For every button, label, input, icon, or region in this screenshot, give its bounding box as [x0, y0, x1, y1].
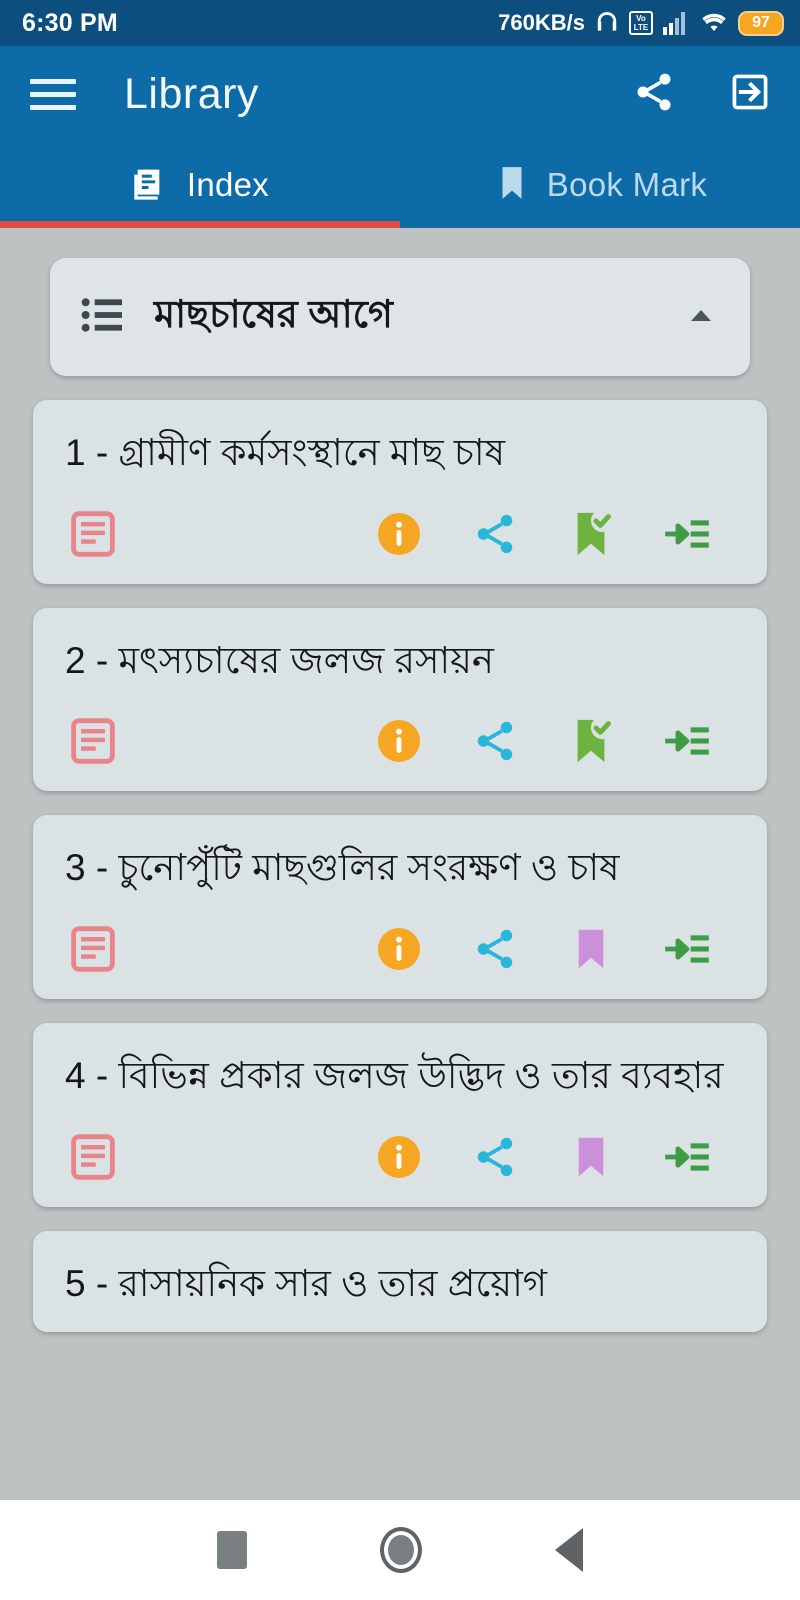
list-item-title: 4 - বিভিন্ন প্রকার জলজ উদ্ভিদ ও তার ব্যব…: [65, 1054, 724, 1096]
square-recents-icon[interactable]: [216, 1531, 247, 1569]
actions-right-group: [351, 924, 735, 974]
actions-right-group: [351, 1132, 735, 1182]
article-icon[interactable]: [65, 925, 121, 973]
tab-indicator: [0, 221, 400, 228]
list-item-title: 1 - গ্রামীণ কর্মসংস্থানে মাছ চাষ: [65, 432, 506, 473]
info-icon[interactable]: [351, 1133, 447, 1181]
list-item[interactable]: 1 - গ্রামীণ কর্মসংস্থানে মাছ চাষ: [33, 400, 767, 584]
section-header-card[interactable]: মাছচাষের আগে: [50, 258, 750, 376]
info-icon[interactable]: [351, 925, 447, 973]
list-item-actions: [65, 506, 735, 562]
wifi-icon: [699, 10, 729, 36]
status-bar: 6:30 PM 760KB/s Vo LTE 97: [0, 0, 800, 46]
share-icon[interactable]: [447, 1134, 543, 1180]
share-icon[interactable]: [447, 718, 543, 764]
add-to-list-icon[interactable]: [639, 721, 735, 761]
actions-right-group: [351, 716, 735, 766]
status-icons: 760KB/s Vo LTE 97: [498, 9, 784, 37]
info-icon[interactable]: [351, 717, 447, 765]
chevron-up-icon[interactable]: [686, 305, 716, 330]
page-title: Library: [124, 69, 259, 118]
volte-icon: Vo LTE: [629, 11, 653, 35]
tab-bookmark-label: Book Mark: [546, 166, 708, 203]
list-item-actions: [65, 713, 735, 769]
info-icon[interactable]: [351, 510, 447, 558]
bookmark-icon[interactable]: [543, 924, 639, 974]
hamburger-menu-icon[interactable]: [30, 78, 76, 110]
article-icon[interactable]: [65, 717, 121, 765]
system-navigation-bar: [0, 1500, 800, 1600]
list-item[interactable]: 2 - মৎস্যচাষের জলজ রসায়ন: [33, 607, 767, 792]
list-item-actions: [65, 921, 735, 977]
bulleted-list-icon: [80, 295, 124, 340]
add-to-list-icon[interactable]: [639, 514, 735, 554]
list-item-title: 3 - চুনোপুঁটি মাছগুলির সংরক্ষণ ও চাষ: [65, 847, 620, 889]
tab-index-label: Index: [186, 166, 270, 203]
bookmark-check-icon[interactable]: [543, 716, 639, 766]
phone-screen: 6:30 PM 760KB/s Vo LTE 97 Library Index …: [0, 0, 800, 1600]
actions-right-group: [351, 508, 735, 559]
list-item[interactable]: 5 - রাসায়নিক সার ও তার প্রয়োগ: [33, 1230, 767, 1333]
book-pages-icon: [131, 163, 171, 208]
app-bar: Library: [0, 46, 800, 142]
article-icon[interactable]: [65, 510, 121, 558]
tab-bookmark[interactable]: Book Mark: [400, 142, 800, 228]
list-item-title: 2 - মৎস্যচাষের জলজ রসায়ন: [65, 639, 495, 681]
circle-home-icon[interactable]: [379, 1527, 422, 1573]
add-to-list-icon[interactable]: [639, 1137, 735, 1177]
list-item[interactable]: 4 - বিভিন্ন প্রকার জলজ উদ্ভিদ ও তার ব্যব…: [33, 1022, 767, 1207]
bookmark-check-icon[interactable]: [543, 508, 639, 559]
tab-index[interactable]: Index: [0, 142, 400, 228]
exit-icon[interactable]: [728, 70, 772, 119]
index-list[interactable]: মাছচাষের আগে 1 - গ্রামীণ কর্মসংস্থানে মা…: [0, 228, 800, 1500]
signal-bars-icon: [662, 10, 690, 36]
network-speed-label: 760KB/s: [498, 10, 585, 35]
triangle-back-icon[interactable]: [555, 1528, 584, 1572]
app-bar-actions: [632, 70, 778, 119]
share-icon[interactable]: [447, 511, 543, 557]
tab-bar: Index Book Mark: [0, 142, 800, 228]
status-time: 6:30 PM: [22, 8, 118, 37]
share-icon[interactable]: [632, 70, 676, 119]
bookmark-icon[interactable]: [543, 1132, 639, 1182]
list-item[interactable]: 3 - চুনোপুঁটি মাছগুলির সংরক্ষণ ও চাষ: [33, 815, 767, 999]
share-icon[interactable]: [447, 926, 543, 972]
article-icon[interactable]: [65, 1133, 121, 1181]
headphone-icon: [594, 9, 620, 37]
battery-icon: 97: [738, 10, 784, 36]
section-title: মাছচাষের আগে: [154, 294, 393, 336]
list-item-title: 5 - রাসায়নিক সার ও তার প্রয়োগ: [65, 1262, 548, 1304]
add-to-list-icon[interactable]: [639, 929, 735, 969]
list-item-actions: [65, 1129, 735, 1185]
bookmark-icon: [493, 164, 531, 207]
